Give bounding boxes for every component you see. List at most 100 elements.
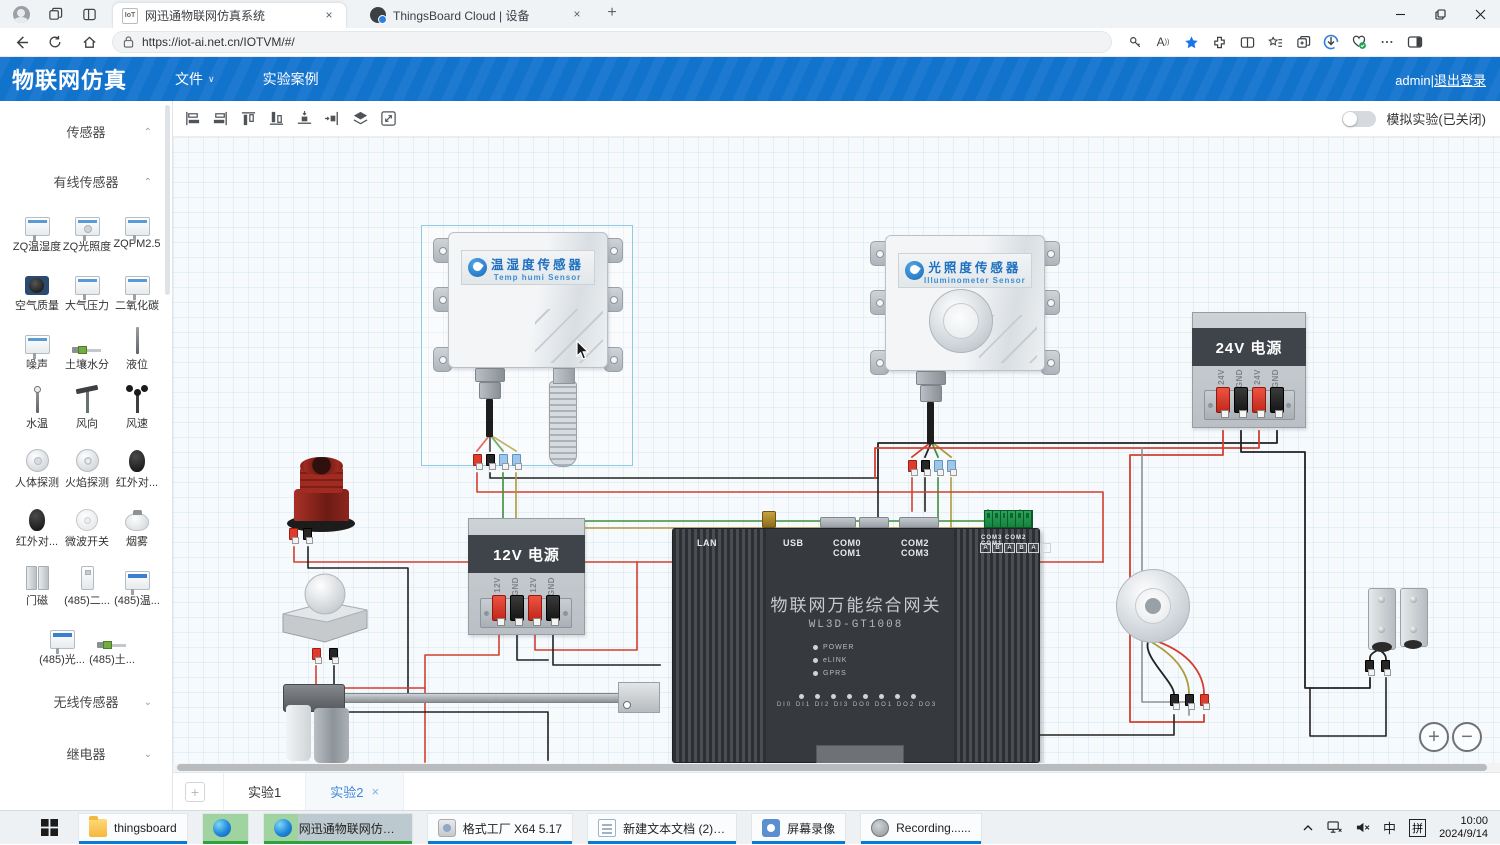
wire-plug-black[interactable] [329, 648, 338, 660]
banana-plug-red[interactable] [528, 595, 542, 621]
sensor-item[interactable]: 风速 [112, 380, 162, 431]
sensor-item[interactable]: 风向 [62, 380, 112, 431]
experiment-tab-1[interactable]: 实验1 [223, 773, 306, 811]
browser-tab-inactive[interactable]: ThingsBoard Cloud | 设备 × [361, 2, 594, 28]
layers-icon[interactable] [352, 110, 369, 127]
tab-close-icon[interactable]: × [569, 7, 585, 23]
browser-tab-active[interactable]: IoT 网迅通物联网仿真系统 × [112, 2, 347, 28]
profile-avatar-icon[interactable] [8, 4, 34, 24]
split-screen-icon[interactable] [1234, 30, 1260, 54]
sensor-item[interactable]: ZQ温湿度 [12, 203, 62, 254]
sensor-item[interactable]: 微波开关 [62, 498, 112, 549]
align-top-icon[interactable] [240, 110, 257, 127]
wire-plug-blue[interactable] [947, 460, 956, 472]
logout-link[interactable]: 退出登录 [1434, 73, 1486, 88]
address-bar[interactable]: https://iot-ai.net.cn/IOTVM/#/ [112, 31, 1112, 53]
favorite-star-icon[interactable] [1178, 30, 1204, 54]
hidden-icons-chevron[interactable] [1302, 822, 1314, 834]
wire-plug-black[interactable] [1365, 660, 1374, 672]
wire-plug-red[interactable] [312, 648, 321, 660]
align-center-horizontal-icon[interactable] [296, 110, 313, 127]
ime-language-indicator[interactable]: 中 [1383, 818, 1396, 837]
banana-plug-black[interactable] [510, 595, 524, 621]
section-wireless-sensors[interactable]: 无线传感器⌄ [0, 693, 172, 713]
sensor-item[interactable]: 大气压力 [62, 262, 112, 313]
sensor-item[interactable]: 液位 [112, 321, 162, 372]
tab-close-icon[interactable]: × [321, 8, 337, 24]
minimize-button[interactable] [1380, 0, 1420, 28]
sensor-item[interactable]: (485)二... [62, 557, 112, 608]
wire-plug-black[interactable] [486, 454, 495, 466]
maximize-button[interactable] [1420, 0, 1460, 28]
close-tab-icon[interactable]: × [371, 784, 379, 799]
start-button[interactable] [34, 813, 64, 843]
wire-plug-blue[interactable] [934, 460, 943, 472]
close-window-button[interactable] [1460, 0, 1500, 28]
ime-pinyin-indicator[interactable]: 拼 [1409, 819, 1426, 837]
extensions-icon[interactable] [1206, 30, 1232, 54]
menu-file[interactable]: 文件∨ [175, 69, 215, 89]
taskbar-item-format-factory[interactable]: 格式工厂 X64 5.17 [427, 813, 573, 843]
favorites-list-icon[interactable] [1262, 30, 1288, 54]
align-middle-vertical-icon[interactable] [324, 110, 341, 127]
sensor-item[interactable]: 红外对... [12, 498, 62, 549]
sensor-item[interactable]: ZQ光照度 [62, 203, 112, 254]
simulation-toggle[interactable] [1342, 111, 1376, 127]
wire-plug-black[interactable] [1185, 694, 1194, 706]
wire-plug-red[interactable] [1200, 694, 1209, 706]
zoom-in-button[interactable]: + [1419, 722, 1449, 752]
canvas-hscrollbar[interactable] [173, 763, 1500, 772]
align-right-icon[interactable] [212, 110, 229, 127]
password-icon[interactable] [1122, 30, 1148, 54]
site-info-lock-icon[interactable] [123, 36, 134, 48]
align-left-icon[interactable] [184, 110, 201, 127]
sensor-item[interactable]: (485)光... [37, 616, 87, 667]
wire-plug-blue[interactable] [499, 454, 508, 466]
section-wired-sensors[interactable]: 有线传感器⌃ [0, 173, 172, 193]
banana-plug-red[interactable] [1252, 387, 1266, 413]
downloads-icon[interactable] [1318, 30, 1344, 54]
settings-menu-icon[interactable] [1374, 30, 1400, 54]
sensor-item[interactable]: 人体探测 [12, 439, 62, 490]
sensor-item[interactable]: 噪声 [12, 321, 62, 372]
sensor-item[interactable]: (485)温... [112, 557, 162, 608]
read-aloud-icon[interactable]: A)) [1150, 30, 1176, 54]
clock[interactable]: 10:00 2024/9/14 [1439, 815, 1488, 841]
copilot-sidebar-icon[interactable] [1402, 30, 1428, 54]
sensor-item[interactable]: 火焰探测 [62, 439, 112, 490]
align-bottom-icon[interactable] [268, 110, 285, 127]
sensor-item[interactable]: 红外对... [112, 439, 162, 490]
taskbar-item-recording[interactable]: Recording...... [860, 813, 982, 843]
wire-plug-red[interactable] [473, 454, 482, 466]
refresh-icon[interactable] [42, 30, 68, 54]
workspaces-icon[interactable] [42, 4, 68, 24]
sensor-item[interactable]: (485)土... [87, 616, 137, 667]
sensor-item[interactable]: ZQPM2.5 [112, 203, 162, 254]
experiment-tab-2[interactable]: 实验2× [306, 773, 404, 811]
menu-experiment-cases[interactable]: 实验案例 [263, 69, 319, 89]
tab-actions-icon[interactable] [76, 4, 102, 24]
wire-plug-black[interactable] [1381, 660, 1390, 672]
wire-plug-blue[interactable] [512, 454, 521, 466]
sensor-item[interactable]: 水温 [12, 380, 62, 431]
section-sensors[interactable]: 传感器⌃ [0, 123, 172, 143]
sensor-item[interactable]: 二氧化碳 [112, 262, 162, 313]
browser-essentials-icon[interactable] [1346, 30, 1372, 54]
taskbar-item-edge-2[interactable]: 网迅通物联网仿真... [263, 813, 413, 843]
sensor-item[interactable]: 烟雾 [112, 498, 162, 549]
banana-plug-red[interactable] [492, 595, 506, 621]
taskbar-item-screen-record[interactable]: 屏幕录像 [751, 813, 846, 843]
banana-plug-black[interactable] [546, 595, 560, 621]
wire-plug-red[interactable] [289, 528, 298, 540]
network-icon[interactable] [1327, 821, 1342, 834]
section-relays[interactable]: 继电器⌄ [0, 745, 172, 765]
zoom-out-button[interactable]: − [1452, 722, 1482, 752]
home-icon[interactable] [76, 30, 102, 54]
taskbar-item-thingsboard[interactable]: thingsboard [78, 813, 188, 843]
sensor-item[interactable]: 门磁 [12, 557, 62, 608]
sensor-item[interactable]: 土壤水分 [62, 321, 112, 372]
collections-icon[interactable] [1290, 30, 1316, 54]
new-tab-button[interactable]: + [600, 2, 624, 26]
wire-plug-black[interactable] [1170, 694, 1179, 706]
fit-screen-icon[interactable] [380, 110, 397, 127]
